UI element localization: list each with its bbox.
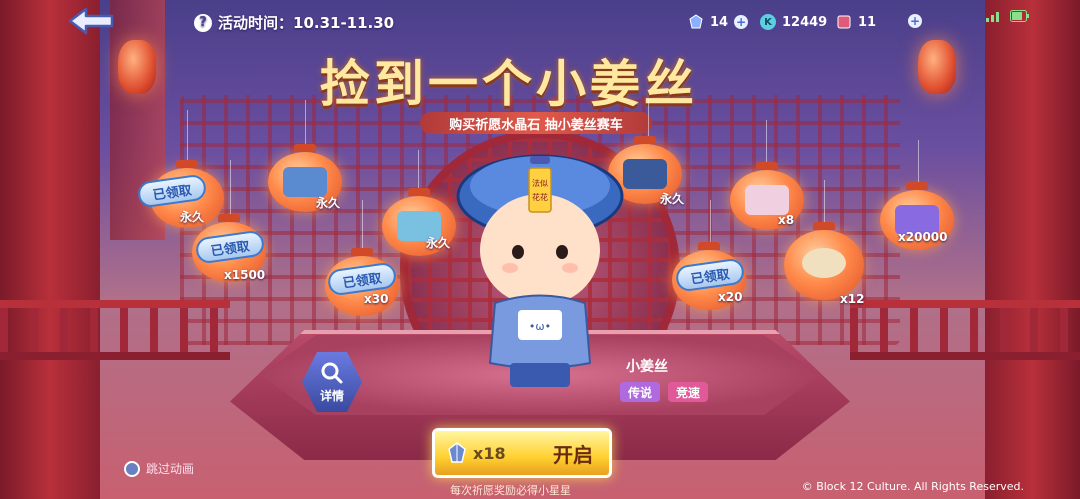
help-icon[interactable]: ? [194, 13, 212, 32]
reward-label: 永久 [660, 192, 685, 206]
reward-lantern[interactable] [784, 222, 864, 300]
reward-label: 永久 [180, 210, 205, 224]
svg-text:•ω•: •ω• [529, 320, 551, 333]
skip-label: 跳过动画 [146, 462, 195, 476]
tag-type: 竞速 [668, 382, 709, 402]
open-cost: x18 [445, 441, 506, 465]
hanging-lantern-right [918, 40, 956, 94]
reward-label: x30 [364, 292, 389, 306]
tag-rarity: 传说 [620, 382, 661, 402]
kart-reward-icon [283, 167, 327, 197]
skip-checkbox[interactable] [124, 460, 140, 477]
add-crystal-button[interactable]: + [734, 15, 749, 29]
reward-label: x8 [778, 213, 795, 227]
crystal-currency-icon [689, 14, 703, 29]
signal-icon [986, 12, 999, 22]
currency-crystal: 14 + [688, 14, 749, 30]
reward-label: x20000 [898, 230, 948, 244]
left-pillar [0, 0, 100, 499]
open-button[interactable]: x18 开启 [432, 428, 612, 478]
back-button[interactable] [66, 6, 116, 36]
currency-coin: K 12449 [760, 14, 827, 30]
currency-ticket: 11 [836, 14, 876, 30]
event-subtitle: 购买祈愿水晶石 抽小姜丝赛车 [420, 112, 652, 134]
open-cost-value: x18 [473, 443, 506, 463]
event-title: 捡到一个小姜丝 [320, 54, 698, 113]
wish-crystal-icon [448, 442, 466, 463]
back-arrow-icon [68, 7, 114, 35]
character-name: 小姜丝 [626, 359, 668, 375]
rabbit-reward-icon [745, 185, 789, 215]
right-pillar [985, 0, 1080, 499]
details-label: 详情 [319, 388, 344, 403]
add-ticket-button[interactable]: + [908, 14, 922, 28]
reward-label: x1500 [224, 268, 266, 282]
hanging-lantern-left [118, 40, 156, 94]
battery-icon [1010, 10, 1029, 22]
status-bar [986, 10, 1030, 22]
ticket-icon [837, 15, 851, 29]
coin-icon: K [760, 14, 776, 30]
right-railing [850, 300, 1080, 360]
reward-label: x20 [718, 290, 743, 304]
reward-label: 永久 [316, 196, 341, 210]
character-reward-icon [802, 248, 846, 278]
svg-text:花花: 花花 [532, 192, 548, 202]
currency-crystal-value: 14 [710, 14, 729, 30]
reward-label: x12 [840, 292, 865, 306]
open-label: 开启 [553, 442, 593, 467]
left-railing [0, 300, 230, 360]
event-time-label: 活动时间：10.31-11.30 [218, 14, 395, 32]
currency-ticket-value: 11 [858, 14, 877, 30]
magnifier-icon [321, 362, 343, 383]
svg-text:法似: 法似 [532, 178, 548, 188]
copyright: © Block 12 Culture. All Rights Reserved. [801, 480, 1024, 493]
skip-animation-toggle[interactable]: 跳过动画 [124, 460, 194, 477]
bottom-note: 每次祈愿奖励必得小星星 [450, 484, 571, 497]
event-time: ? 活动时间：10.31-11.30 [194, 12, 394, 33]
character-figure: 法似 花花 •ω• [456, 154, 624, 387]
currency-coin-value: 12449 [782, 14, 828, 30]
